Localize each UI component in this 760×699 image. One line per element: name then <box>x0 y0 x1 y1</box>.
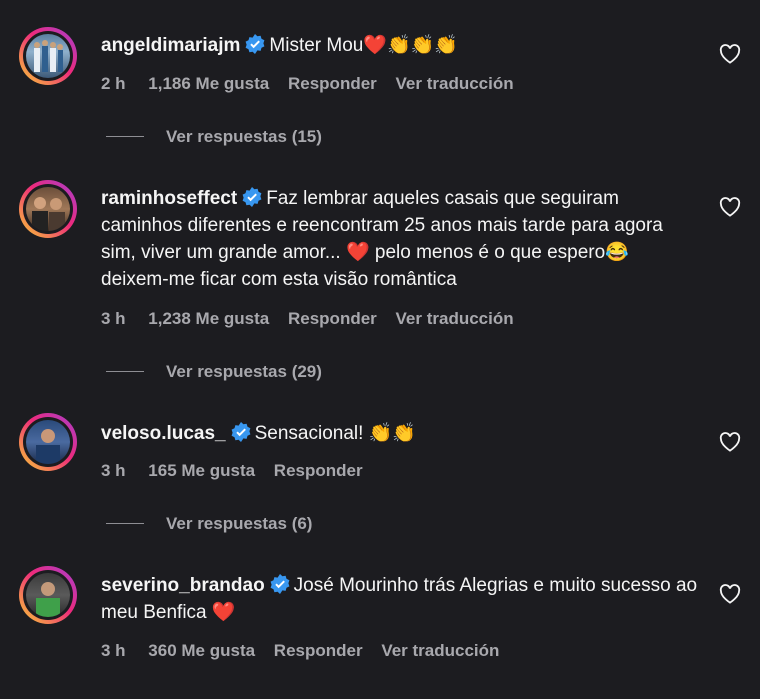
avatar[interactable] <box>19 413 77 471</box>
verified-badge-icon <box>245 34 265 54</box>
heart-outline-icon[interactable] <box>719 197 741 217</box>
translate-button[interactable]: Ver traducción <box>396 74 514 93</box>
heart-outline-icon[interactable] <box>719 44 741 64</box>
likes-count[interactable]: 360 Me gusta <box>148 641 255 660</box>
view-replies-button[interactable]: Ver respuestas (15) <box>106 127 322 147</box>
replies-divider <box>106 371 144 372</box>
translate-button[interactable]: Ver traducción <box>381 641 499 660</box>
view-replies-label: Ver respuestas (29) <box>166 362 322 381</box>
heart-outline-icon[interactable] <box>719 432 741 452</box>
comment-username[interactable]: severino_brandao <box>101 575 265 596</box>
comment-time[interactable]: 2 h <box>101 74 126 93</box>
comment-text: Mister Mou❤️👏👏👏 <box>269 35 458 56</box>
comment-time[interactable]: 3 h <box>101 641 126 660</box>
view-replies-label: Ver respuestas (15) <box>166 127 322 146</box>
comment-username[interactable]: angeldimariajm <box>101 35 240 56</box>
reply-button[interactable]: Responder <box>274 641 363 660</box>
verified-badge-icon <box>270 574 290 594</box>
replies-divider <box>106 136 144 137</box>
avatar[interactable] <box>19 180 77 238</box>
reply-button[interactable]: Responder <box>288 74 377 93</box>
translate-button[interactable]: Ver traducción <box>396 309 514 328</box>
likes-count[interactable]: 1,186 Me gusta <box>148 74 269 93</box>
comment-username[interactable]: raminhoseffect <box>101 188 237 209</box>
likes-count[interactable]: 165 Me gusta <box>148 461 255 480</box>
view-replies-button[interactable]: Ver respuestas (6) <box>106 514 312 534</box>
view-replies-label: Ver respuestas (6) <box>166 514 313 533</box>
comment-time[interactable]: 3 h <box>101 461 126 480</box>
avatar[interactable] <box>19 27 77 85</box>
avatar[interactable] <box>19 566 77 624</box>
verified-badge-icon <box>231 422 251 442</box>
view-replies-button[interactable]: Ver respuestas (29) <box>106 362 322 382</box>
reply-button[interactable]: Responder <box>288 309 377 328</box>
comment-text: Sensacional! 👏👏 <box>254 423 417 444</box>
replies-divider <box>106 523 144 524</box>
reply-button[interactable]: Responder <box>274 461 363 480</box>
comment-time[interactable]: 3 h <box>101 309 126 328</box>
verified-badge-icon <box>242 187 262 207</box>
comment-username[interactable]: veloso.lucas_ <box>101 423 226 444</box>
heart-outline-icon[interactable] <box>719 584 741 604</box>
likes-count[interactable]: 1,238 Me gusta <box>148 309 269 328</box>
